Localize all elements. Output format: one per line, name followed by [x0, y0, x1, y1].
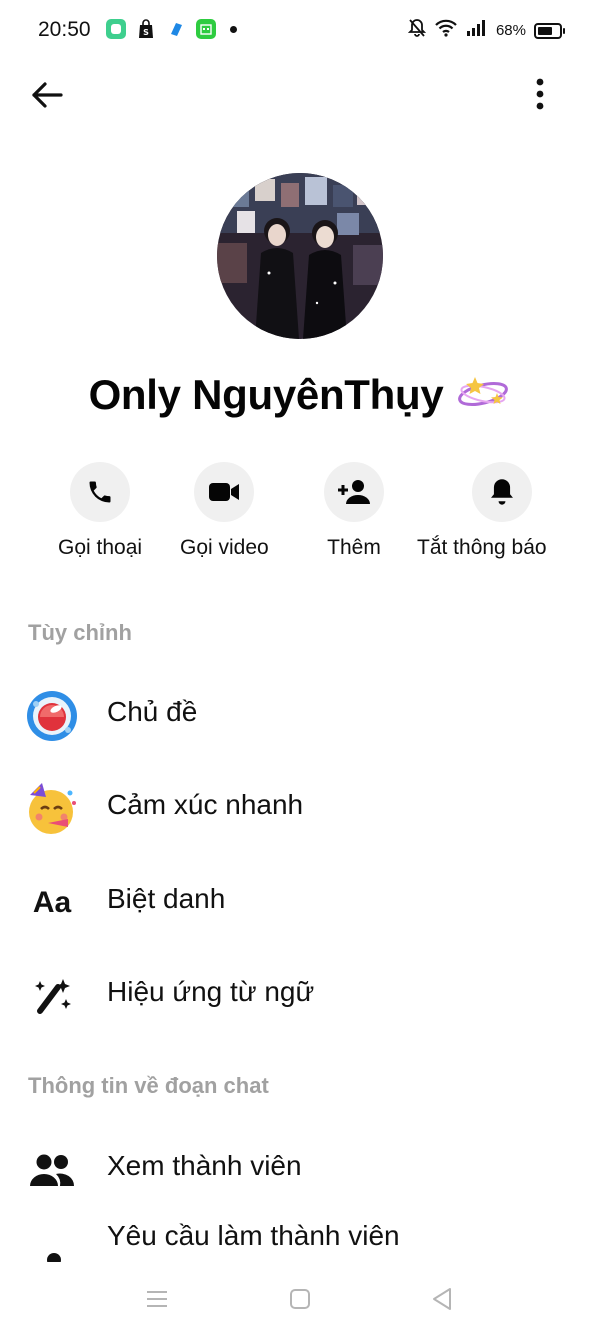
status-system-icons: 68%: [407, 18, 565, 43]
home-button[interactable]: [280, 1282, 320, 1316]
menu-item-quick-reaction[interactable]: Cảm xúc nhanh: [0, 771, 600, 841]
theme-label: Chủ đề: [107, 696, 198, 727]
battery-icon: [534, 22, 565, 39]
status-time: 20:50: [38, 18, 91, 41]
home-square-icon: [290, 1289, 310, 1309]
battery-percent: 68%: [495, 22, 526, 39]
view-members-label: Xem thành viên: [107, 1150, 302, 1181]
voice-call-action[interactable]: Gọi thoại: [58, 462, 142, 560]
messenger-icon: [166, 19, 186, 39]
nickname-label: Biệt danh: [107, 883, 226, 914]
video-camera-icon: [209, 483, 240, 501]
arrow-left-icon: [32, 82, 63, 108]
add-member-action[interactable]: Thêm: [324, 462, 384, 560]
menu-icon: [147, 1291, 167, 1307]
app-icon: [106, 19, 126, 39]
menu-item-theme[interactable]: Chủ đề: [0, 678, 600, 748]
system-navigation-bar: [0, 1262, 600, 1333]
status-app-icons: S: [106, 19, 237, 39]
menu-item-view-members[interactable]: Xem thành viên: [0, 1132, 600, 1202]
add-person-icon: [338, 480, 370, 504]
more-vertical-icon: [536, 78, 544, 110]
customize-section-header: Tùy chỉnh: [28, 620, 132, 645]
back-button[interactable]: [26, 74, 68, 116]
video-call-label: Gọi video: [180, 536, 269, 559]
bell-icon: [490, 479, 513, 505]
voice-call-label: Gọi thoại: [58, 536, 143, 559]
mute-action[interactable]: Tắt thông báo: [417, 462, 547, 560]
people-icon: [24, 1142, 80, 1198]
quick-reaction-label: Cảm xúc nhanh: [107, 789, 304, 820]
magic-wand-icon: [24, 968, 80, 1024]
video-call-button[interactable]: [194, 462, 255, 522]
group-avatar[interactable]: [217, 173, 383, 339]
menu-item-word-effects[interactable]: Hiệu ứng từ ngữ: [0, 958, 600, 1028]
profile-name-row: Only NguyênThụy: [0, 364, 600, 426]
quick-actions: Gọi thoại Gọi video Thêm Tắt thông báo: [0, 462, 600, 572]
voice-call-button[interactable]: [70, 462, 131, 522]
member-requests-label: Yêu cầu làm thành viên: [107, 1220, 400, 1251]
text-style-icon: Aa: [32, 886, 72, 919]
back-triangle-icon: [433, 1288, 451, 1310]
party-emoji-icon: [24, 781, 80, 837]
profile-name: Only NguyênThụy: [88, 371, 444, 418]
wifi-icon: [434, 18, 458, 43]
sparkle-orbit-icon: [455, 373, 511, 418]
shopping-bag-icon: S: [136, 19, 156, 39]
video-call-action[interactable]: Gọi video: [180, 462, 269, 560]
notification-dot: [230, 25, 237, 33]
word-effects-label: Hiệu ứng từ ngữ: [107, 976, 315, 1007]
add-member-button[interactable]: [324, 462, 384, 522]
mute-label: Tắt thông báo: [417, 536, 547, 559]
signal-icon: [466, 19, 488, 42]
phone-icon: [89, 481, 111, 503]
recent-apps-button[interactable]: [137, 1282, 177, 1316]
calendar-app-icon: [196, 19, 216, 39]
mute-button[interactable]: [471, 462, 532, 522]
add-member-label: Thêm: [327, 536, 381, 559]
theme-icon: [24, 688, 80, 744]
chat-info-section-header: Thông tin về đoạn chat: [28, 1073, 269, 1098]
status-bar: 20:50 S 68%: [0, 0, 600, 60]
menu-item-nickname[interactable]: Aa Biệt danh: [0, 865, 600, 935]
back-nav-button[interactable]: [422, 1282, 462, 1316]
svg-text:S: S: [143, 28, 149, 37]
bell-off-icon: [407, 18, 427, 43]
more-options-button[interactable]: [520, 72, 560, 116]
